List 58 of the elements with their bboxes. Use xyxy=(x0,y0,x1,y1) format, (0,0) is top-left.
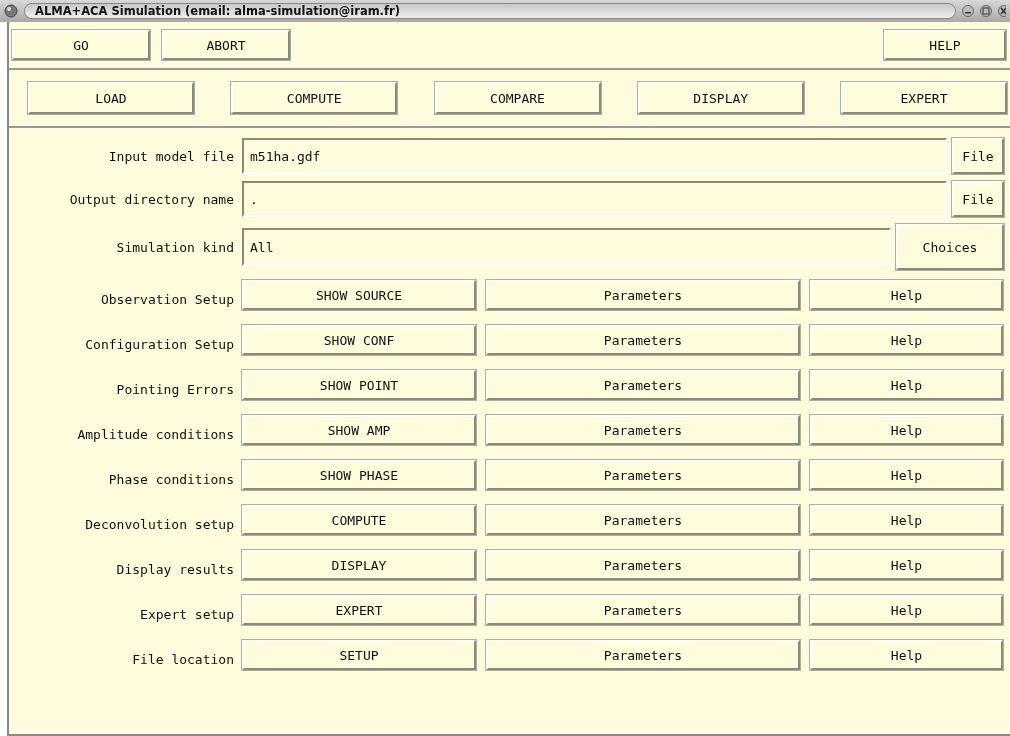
parameters-button[interactable]: Parameters xyxy=(486,505,800,535)
show-button[interactable]: SHOW SOURCE xyxy=(242,280,476,310)
action-button[interactable]: COMPARE xyxy=(434,82,601,114)
help-button[interactable]: Help xyxy=(810,595,1003,625)
parameters-button[interactable]: Parameters xyxy=(486,640,800,670)
close-icon[interactable] xyxy=(998,5,1006,17)
minimize-icon[interactable] xyxy=(962,5,974,17)
action-button[interactable]: EXPERT xyxy=(841,82,1007,114)
toolbar-button[interactable]: GO xyxy=(12,30,150,60)
help-button[interactable]: Help xyxy=(810,640,1003,670)
section-label: Configuration Setup xyxy=(85,336,234,352)
help-button[interactable]: Help xyxy=(810,370,1003,400)
field-label: Simulation kind xyxy=(116,239,234,255)
parameters-button[interactable]: Parameters xyxy=(486,595,800,625)
show-button[interactable]: EXPERT xyxy=(242,595,476,625)
help-button[interactable]: Help xyxy=(810,415,1003,445)
action-button[interactable]: DISPLAY xyxy=(637,82,804,114)
toolbar-button[interactable]: ABORT xyxy=(162,30,290,60)
input-field[interactable]: All xyxy=(242,228,891,266)
show-button[interactable]: SHOW POINT xyxy=(242,370,476,400)
help-button[interactable]: Help xyxy=(810,505,1003,535)
maximize-icon[interactable] xyxy=(980,5,992,17)
section-label: File location xyxy=(132,651,234,667)
section-label: Deconvolution setup xyxy=(85,516,234,532)
section-label: Phase conditions xyxy=(108,471,234,487)
show-button[interactable]: DISPLAY xyxy=(242,550,476,580)
section-label: Amplitude conditions xyxy=(77,426,234,442)
choices-button[interactable]: Choices xyxy=(896,224,1004,270)
section-label: Expert setup xyxy=(140,606,234,622)
show-button[interactable]: SHOW AMP xyxy=(242,415,476,445)
window-title: ALMA+ACA Simulation (email: alma-simulation@iram.fr) xyxy=(24,3,956,19)
input-field[interactable]: . xyxy=(242,181,947,217)
parameters-button[interactable]: Parameters xyxy=(486,280,800,310)
input-field[interactable]: m51ha.gdf xyxy=(242,138,947,174)
action-button[interactable]: LOAD xyxy=(28,82,194,114)
help-button[interactable]: Help xyxy=(810,280,1003,310)
help-button[interactable]: Help xyxy=(810,325,1003,355)
section-label: Pointing Errors xyxy=(116,381,234,397)
show-button[interactable]: SETUP xyxy=(242,640,476,670)
show-button[interactable]: COMPUTE xyxy=(242,505,476,535)
window-menu-icon[interactable] xyxy=(4,4,18,18)
field-label: Output directory name xyxy=(69,191,234,207)
show-button[interactable]: SHOW CONF xyxy=(242,325,476,355)
help-button[interactable]: HELP xyxy=(884,30,1006,60)
file-button[interactable]: File xyxy=(952,138,1004,174)
section-label: Observation Setup xyxy=(100,291,234,307)
show-button[interactable]: SHOW PHASE xyxy=(242,460,476,490)
file-button[interactable]: File xyxy=(952,181,1004,217)
parameters-button[interactable]: Parameters xyxy=(486,370,800,400)
help-button[interactable]: Help xyxy=(810,550,1003,580)
help-button[interactable]: Help xyxy=(810,460,1003,490)
parameters-button[interactable]: Parameters xyxy=(486,415,800,445)
action-button[interactable]: COMPUTE xyxy=(231,82,398,114)
parameters-button[interactable]: Parameters xyxy=(486,550,800,580)
parameters-button[interactable]: Parameters xyxy=(486,325,800,355)
section-label: Display results xyxy=(116,561,234,577)
parameters-button[interactable]: Parameters xyxy=(486,460,800,490)
field-label: Input model file xyxy=(108,148,234,164)
